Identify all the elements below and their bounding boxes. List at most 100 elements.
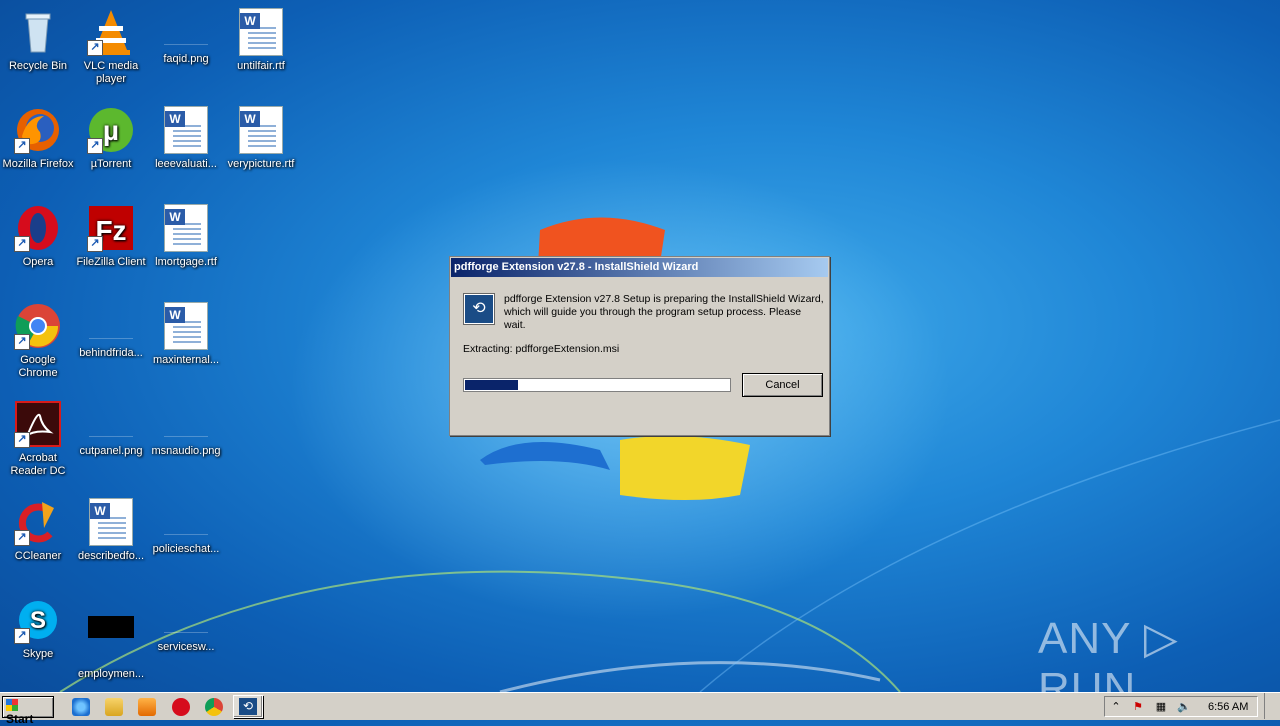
ie-icon[interactable] [72,698,90,716]
taskbar-installer-button[interactable]: ⟲ [233,695,263,718]
opera-icon: ↗ [14,204,62,252]
cancel-button[interactable]: Cancel [742,373,823,397]
desktop-icon-rtf[interactable]: W maxinternal... [148,302,224,367]
image-file-icon [164,22,208,45]
desktop-icon-label: servicesw... [157,641,215,653]
desktop-icon-label: maxinternal... [152,354,220,366]
file-icon [164,512,208,535]
explorer-icon[interactable] [105,698,123,716]
dialog-message: pdfforge Extension v27.8 Setup is prepar… [504,293,824,331]
desktop-icon-filezilla[interactable]: Fz ↗ FileZilla Client [73,204,149,269]
network-icon[interactable]: ▦ [1154,701,1168,714]
word-document-icon: W [162,204,210,252]
desktop-icon-label: msnaudio.png [151,445,221,457]
installer-icon: ⟲ [464,294,494,324]
desktop-icon-label: FileZilla Client [76,256,146,268]
word-document-icon: W [162,106,210,154]
desktop-icon-skype[interactable]: S ↗ Skype [0,596,76,661]
desktop-icon-vlc[interactable]: ↗ VLC media player [73,8,149,86]
desktop-icon-label: VLC media player [83,60,139,85]
desktop-icon-label: Mozilla Firefox [2,158,74,170]
desktop-icon-utorrent[interactable]: µ ↗ µTorrent [73,106,149,171]
desktop-icon-file[interactable]: faqid.png [148,8,224,66]
clock[interactable]: 6:56 AM [1208,701,1248,713]
shortcut-arrow-icon: ↗ [87,40,103,56]
utorrent-icon: µ ↗ [87,106,135,154]
desktop-icon-file[interactable]: servicesw... [148,596,224,654]
shortcut-arrow-icon: ↗ [14,236,30,252]
desktop-icon-file[interactable]: employmen... [73,596,149,681]
desktop-icon-label: CCleaner [14,550,62,562]
acrobat-icon: ↗ [14,400,62,448]
opera-icon[interactable] [172,698,190,716]
image-file-icon [164,414,208,437]
progress-bar [463,378,731,392]
word-document-icon: W [162,302,210,350]
desktop-icon-label: describedfo... [77,550,145,562]
word-document-icon: W [237,106,285,154]
shortcut-arrow-icon: ↗ [14,628,30,644]
desktop-icon-rtf[interactable]: W leeevaluati... [148,106,224,171]
volume-icon[interactable]: 🔈 [1177,701,1191,714]
desktop-icon-label: faqid.png [163,53,209,65]
desktop-icon-label: verypicture.rtf [227,158,295,170]
desktop-icon-label: Google Chrome [18,354,58,379]
windows-flag-icon [6,699,18,711]
svg-text:S: S [30,607,46,634]
action-center-icon[interactable]: ⚑ [1131,701,1145,714]
desktop-icon-recycle-bin[interactable]: Recycle Bin [0,8,76,73]
shortcut-arrow-icon: ↗ [14,138,30,154]
word-document-icon: W [237,8,285,56]
desktop-icon-firefox[interactable]: ↗ Mozilla Firefox [0,106,76,171]
desktop-icon-label: Skype [22,648,54,660]
desktop-icon-rtf[interactable]: W untilfair.rtf [223,8,299,73]
desktop-icon-label: behindfrida... [79,347,143,359]
start-button[interactable]: Start [2,696,54,726]
file-icon [89,316,133,339]
file-icon [164,610,208,633]
desktop-icon-label: lmortgage.rtf [155,256,217,268]
desktop-icon-label: policieschat... [152,543,220,555]
taskbar: Start ⟲ ⌃ ⚑ ▦ 🔈 6:56 AM [0,692,1280,726]
desktop-icon-file[interactable]: policieschat... [148,498,224,556]
shortcut-arrow-icon: ↗ [87,236,103,252]
desktop-icon-label: untilfair.rtf [237,60,285,72]
skype-icon: S ↗ [14,596,62,644]
media-player-icon[interactable] [138,698,156,716]
svg-text:µ: µ [103,115,119,146]
desktop-icon-file[interactable]: behindfrida... [73,302,149,360]
dialog-status: Extracting: pdfforgeExtension.msi [463,343,620,355]
desktop-icon-file[interactable]: cutpanel.png [73,400,149,458]
desktop-icon-rtf[interactable]: W describedfo... [73,498,149,563]
desktop-icon-rtf[interactable]: W lmortgage.rtf [148,204,224,269]
word-document-icon: W [87,498,135,546]
shortcut-arrow-icon: ↗ [14,334,30,350]
desktop-icon-rtf[interactable]: W verypicture.rtf [223,106,299,171]
filezilla-icon: Fz ↗ [87,204,135,252]
progress-fill [465,380,519,390]
desktop-icon-label: employmen... [77,668,145,680]
chrome-icon[interactable] [205,698,223,716]
desktop-icon-label: µTorrent [90,158,132,170]
shortcut-arrow-icon: ↗ [14,530,30,546]
desktop-icon-chrome[interactable]: ↗ Google Chrome [0,302,76,380]
desktop-icon-ccleaner[interactable]: ↗ CCleaner [0,498,76,563]
shortcut-arrow-icon: ↗ [87,138,103,154]
desktop-icon-opera[interactable]: ↗ Opera [0,204,76,269]
dialog-title[interactable]: pdfforge Extension v27.8 - InstallShield… [451,258,828,277]
show-hidden-icons-icon[interactable]: ⌃ [1109,701,1123,714]
desktop-icon-label: cutpanel.png [79,445,143,457]
shortcut-arrow-icon: ↗ [14,432,30,448]
firefox-icon: ↗ [14,106,62,154]
chrome-icon: ↗ [14,302,62,350]
desktop-icon-label: leeevaluati... [155,158,217,170]
black-file-icon [87,616,135,664]
installshield-dialog[interactable]: pdfforge Extension v27.8 - InstallShield… [449,256,830,436]
ccleaner-icon: ↗ [14,498,62,546]
desktop-icon-label: Acrobat Reader DC [10,452,66,477]
show-desktop-button[interactable] [1264,693,1279,719]
desktop-icon-file[interactable]: msnaudio.png [148,400,224,458]
desktop-icon-acrobat[interactable]: ↗ Acrobat Reader DC [0,400,76,478]
vlc-icon: ↗ [87,8,135,56]
desktop-icon-label: Opera [22,256,54,268]
